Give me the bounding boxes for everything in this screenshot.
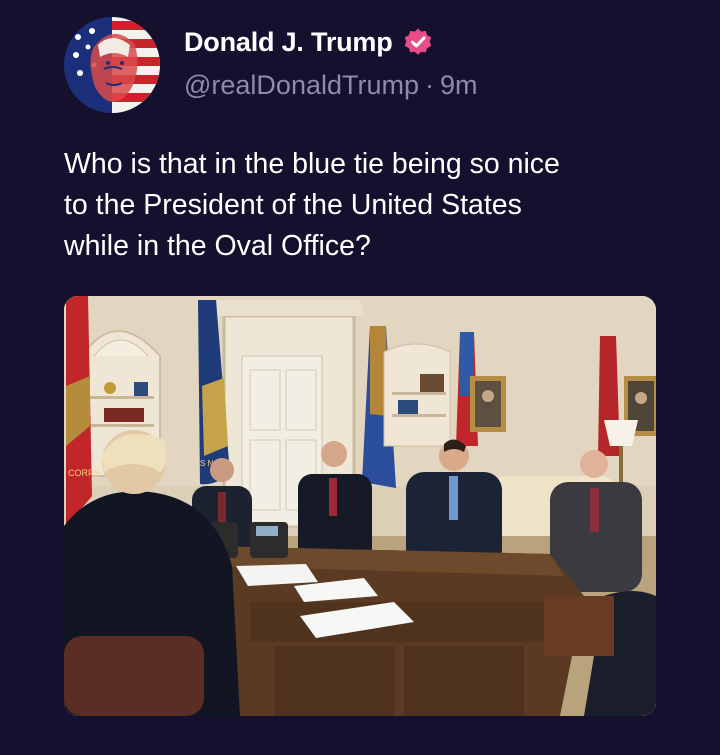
flag-portrait-icon <box>64 17 160 113</box>
post-text-line: to the President of the United States <box>64 189 522 221</box>
author-handle[interactable]: @realDonaldTrump <box>184 70 419 100</box>
post-text-line: Who is that in the blue tie being so nic… <box>64 148 560 180</box>
author-name-row: Donald J. Trump <box>184 24 433 60</box>
flag-corps-text: CORPS <box>68 468 100 478</box>
oval-office-photo: CORPS S NAVY <box>64 296 656 716</box>
author-display-name[interactable]: Donald J. Trump <box>184 27 393 58</box>
post-photo[interactable]: CORPS S NAVY <box>64 296 656 716</box>
author-meta: @realDonaldTrump · 9m <box>184 70 478 101</box>
post-timestamp[interactable]: 9m <box>440 70 478 100</box>
meta-separator: · <box>425 70 434 100</box>
verified-badge-icon <box>403 27 433 57</box>
post-body: Who is that in the blue tie being so nic… <box>64 144 664 267</box>
author-avatar[interactable] <box>64 17 160 113</box>
post-text-line: while in the Oval Office? <box>64 230 371 262</box>
post-card: Donald J. Trump @realDonaldTrump · 9m Who … <box>0 0 720 755</box>
